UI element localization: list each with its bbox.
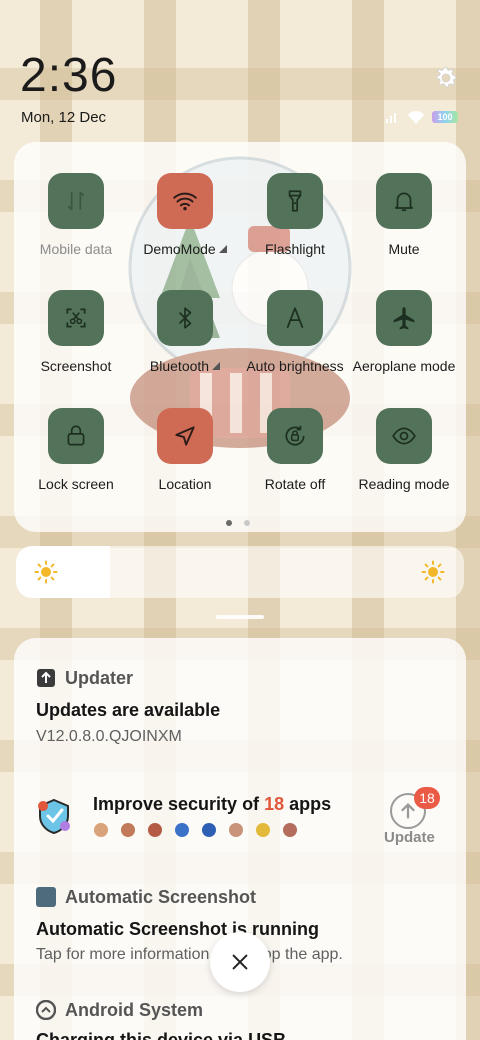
tile-label: DemoMode bbox=[121, 241, 249, 257]
gear-icon[interactable] bbox=[432, 64, 460, 92]
mobile-data-button[interactable] bbox=[48, 173, 104, 229]
notification-android-header[interactable]: Android System bbox=[36, 998, 203, 1022]
clear-all-button[interactable] bbox=[210, 932, 270, 992]
tile-aeroplane-mode[interactable]: Aeroplane mode bbox=[348, 290, 460, 390]
rotate-lock-icon bbox=[285, 425, 305, 446]
app-mini-icon bbox=[121, 823, 135, 837]
battery-icon: 100 bbox=[432, 111, 458, 123]
flashlight-icon bbox=[288, 190, 302, 212]
screenshot-app-icon bbox=[36, 887, 56, 907]
close-icon bbox=[232, 954, 248, 970]
app-name: Automatic Screenshot bbox=[65, 886, 257, 907]
wifi-button[interactable] bbox=[157, 173, 213, 229]
lock-screen-button[interactable] bbox=[48, 408, 104, 464]
notification-updater-header[interactable]: Updater bbox=[36, 666, 133, 690]
tile-flashlight[interactable]: Flashlight bbox=[239, 173, 351, 273]
lock-icon bbox=[67, 425, 85, 446]
brightness-fill bbox=[16, 546, 111, 598]
security-app-icon bbox=[38, 798, 70, 835]
tile-demomode[interactable]: DemoMode bbox=[129, 173, 241, 273]
bluetooth-button[interactable] bbox=[157, 290, 213, 346]
tile-screenshot[interactable]: Screenshot bbox=[20, 290, 132, 390]
tile-label: Mute bbox=[388, 241, 420, 257]
bell-icon bbox=[395, 192, 413, 212]
tile-location[interactable]: Location bbox=[129, 408, 241, 508]
screenshot-icon bbox=[66, 308, 86, 328]
notification-title[interactable]: Charging this device via USB bbox=[36, 1030, 286, 1040]
tile-auto-brightness[interactable]: Auto brightness bbox=[239, 290, 351, 390]
tile-rotate-off[interactable]: Rotate off bbox=[239, 408, 351, 508]
auto-brightness-button[interactable] bbox=[267, 290, 323, 346]
tile-bluetooth[interactable]: Bluetooth bbox=[129, 290, 241, 390]
app-name: Android System bbox=[65, 999, 204, 1020]
status-bar: 2:36 Mon, 12 Dec 100 bbox=[0, 0, 480, 140]
notification-title[interactable]: Updates are available bbox=[36, 700, 220, 721]
update-count-badge: 18 bbox=[414, 787, 440, 809]
app-mini-icon bbox=[94, 823, 108, 837]
app-mini-icon bbox=[256, 823, 270, 837]
screenshot-button[interactable] bbox=[48, 290, 104, 346]
expand-triangle-icon bbox=[218, 245, 227, 253]
expand-triangle-icon bbox=[212, 362, 221, 370]
bluetooth-icon bbox=[178, 307, 192, 329]
app-name: Updater bbox=[65, 667, 134, 688]
tile-mute[interactable]: Mute bbox=[348, 173, 460, 273]
clock: 2:36 bbox=[20, 49, 118, 102]
rotate-button[interactable] bbox=[267, 408, 323, 464]
notification-text[interactable]: V12.0.8.0.QJOINXM bbox=[36, 728, 182, 746]
update-label[interactable]: Update bbox=[384, 829, 435, 846]
notification-title[interactable]: Automatic Screenshot is running bbox=[36, 919, 319, 940]
mobile-data-icon bbox=[67, 191, 85, 211]
notification-screenshot-header[interactable]: Automatic Screenshot bbox=[36, 885, 256, 909]
brightness-low-icon bbox=[34, 560, 58, 584]
app-mini-icon bbox=[202, 823, 216, 837]
app-mini-icon bbox=[175, 823, 189, 837]
android-system-icon bbox=[36, 1000, 56, 1020]
reading-mode-button[interactable] bbox=[376, 408, 432, 464]
mute-button[interactable] bbox=[376, 173, 432, 229]
brightness-slider[interactable] bbox=[16, 546, 464, 598]
flashlight-button[interactable] bbox=[267, 173, 323, 229]
airplane-icon bbox=[393, 307, 415, 330]
brightness-high-icon bbox=[421, 560, 445, 584]
tile-label: Aeroplane mode bbox=[352, 358, 456, 374]
security-notification-title[interactable]: Improve security of 18 apps bbox=[93, 794, 331, 815]
eye-icon bbox=[392, 427, 416, 445]
app-mini-icon bbox=[229, 823, 243, 837]
location-button[interactable] bbox=[157, 408, 213, 464]
tile-lock-screen[interactable]: Lock screen bbox=[20, 408, 132, 508]
aeroplane-button[interactable] bbox=[376, 290, 432, 346]
drag-handle[interactable] bbox=[216, 615, 264, 619]
tile-reading-mode[interactable]: Reading mode bbox=[348, 408, 460, 508]
tile-label: Reading mode bbox=[358, 476, 450, 492]
location-icon bbox=[175, 426, 195, 446]
page-dot-active bbox=[226, 520, 232, 526]
date: Mon, 12 Dec bbox=[21, 109, 107, 126]
tile-label: Location bbox=[158, 476, 212, 492]
page-dot bbox=[244, 520, 250, 526]
auto-brightness-icon bbox=[286, 307, 304, 329]
notification-text[interactable]: Tap for more information or to stop the … bbox=[36, 946, 343, 964]
tile-label: Bluetooth bbox=[121, 358, 249, 374]
updater-icon bbox=[37, 669, 55, 687]
tile-mobile-data[interactable]: Mobile data bbox=[20, 173, 132, 273]
wifi-icon bbox=[173, 192, 197, 211]
app-mini-icon bbox=[283, 823, 297, 837]
app-mini-icon bbox=[148, 823, 162, 837]
